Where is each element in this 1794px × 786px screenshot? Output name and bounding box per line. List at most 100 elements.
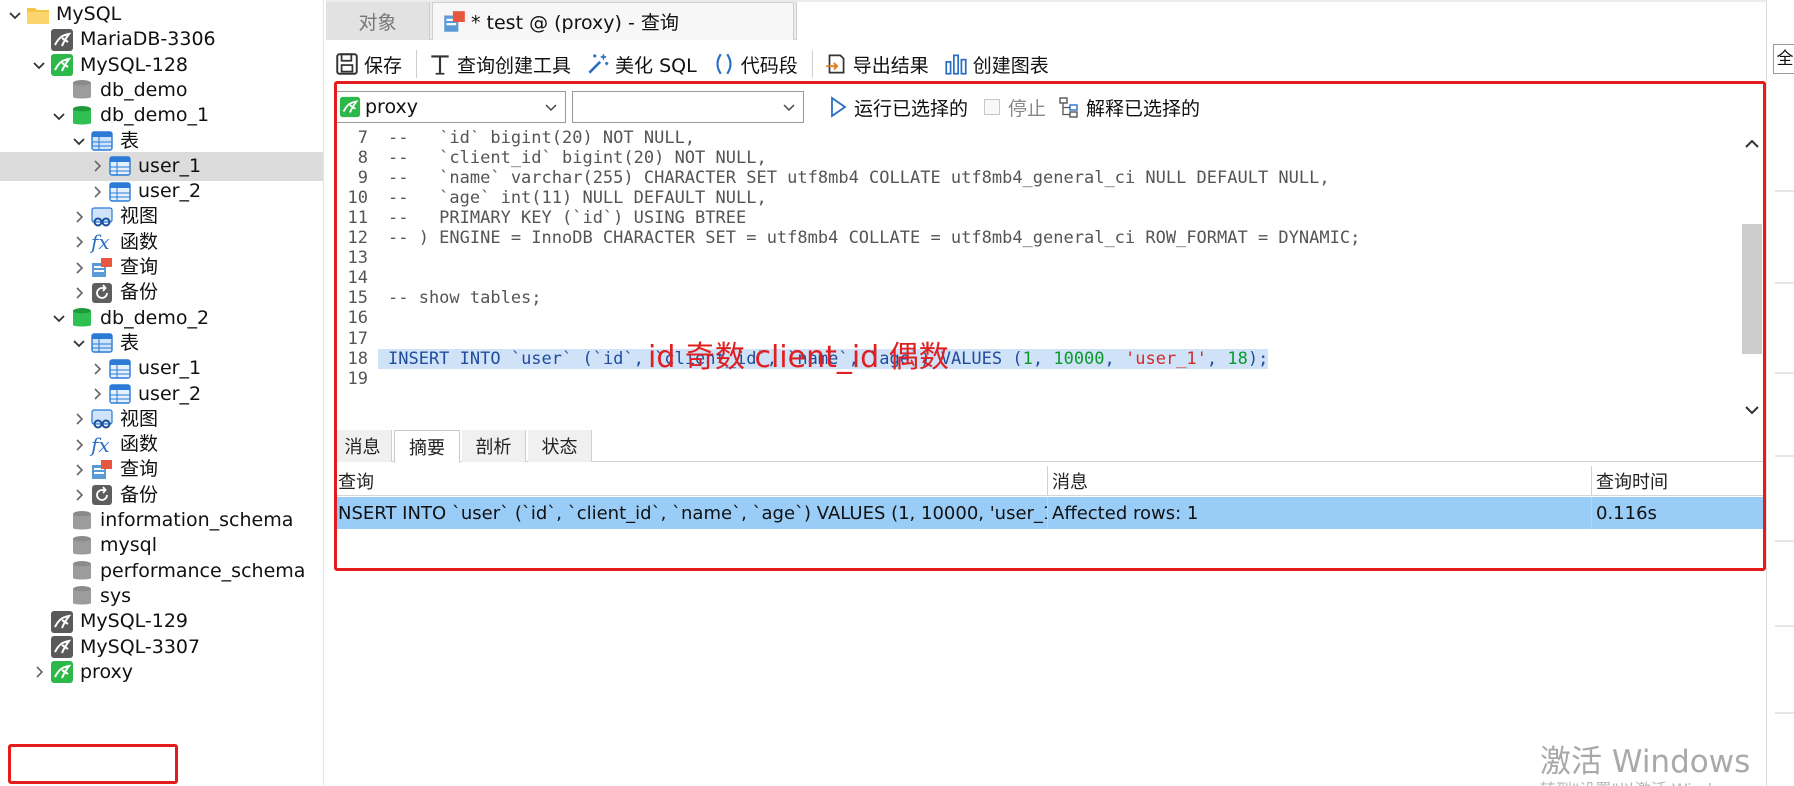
editor-scrollbar[interactable] bbox=[1740, 132, 1764, 422]
tab-objects[interactable]: 对象 bbox=[326, 2, 430, 40]
chevron-down-icon[interactable] bbox=[6, 6, 24, 24]
chevron-down-icon[interactable] bbox=[70, 334, 88, 352]
chevron-right-icon[interactable] bbox=[70, 486, 88, 504]
line-number: 8 bbox=[357, 147, 368, 168]
stop-button[interactable]: 停止 bbox=[984, 91, 1046, 123]
line-number: 12 bbox=[347, 228, 368, 248]
chevron-right-icon[interactable] bbox=[88, 183, 106, 201]
chevron-down-icon[interactable] bbox=[50, 107, 68, 125]
table-icon bbox=[108, 382, 132, 406]
export-results-label: 导出结果 bbox=[852, 54, 929, 77]
chevron-down-icon[interactable] bbox=[30, 56, 48, 74]
query-icon bbox=[441, 9, 467, 35]
divider bbox=[1775, 625, 1794, 627]
chevron-right-icon[interactable] bbox=[70, 208, 88, 226]
mysql-connection-active-icon bbox=[339, 96, 361, 118]
line-number: 19 bbox=[347, 368, 368, 389]
annotation-note: id 奇数 client_id 偶数 bbox=[648, 340, 949, 375]
result-tabs: 消息 摘要 剖析 状态 bbox=[334, 428, 1764, 463]
sql-token: 10000 bbox=[1053, 348, 1105, 369]
right-panel-button[interactable]: 全 bbox=[1773, 44, 1794, 74]
database-icon bbox=[70, 78, 94, 102]
code-text: -- `name` varchar(255) CHARACTER SET utf… bbox=[388, 167, 1330, 188]
tab-bar-empty-area bbox=[796, 2, 1766, 40]
chevron-down-icon[interactable] bbox=[70, 132, 88, 150]
code-snippet-button[interactable]: 代码段 bbox=[711, 48, 798, 80]
run-selected-label: 运行已选择的 bbox=[854, 97, 969, 120]
chevron-right-icon[interactable] bbox=[70, 284, 88, 302]
tab-query[interactable]: * test @ (proxy) - 查询 bbox=[432, 2, 794, 40]
divider bbox=[1775, 712, 1794, 714]
table-row[interactable]: NSERT INTO `user` (`id`, `client_id`, `n… bbox=[334, 497, 1764, 529]
connection-select[interactable]: proxy bbox=[334, 91, 566, 123]
svg-text:fx: fx bbox=[90, 230, 110, 254]
chevron-down-icon bbox=[543, 99, 559, 115]
code-line: 19 bbox=[334, 367, 1734, 390]
chevron-up-icon[interactable] bbox=[1742, 134, 1762, 154]
create-chart-button[interactable]: 创建图表 bbox=[943, 48, 1049, 80]
run-selected-button[interactable]: 运行已选择的 bbox=[826, 91, 968, 123]
query-icon bbox=[90, 256, 114, 280]
code-text: -- ) ENGINE = InnoDB CHARACTER SET = utf… bbox=[388, 228, 1361, 248]
query-builder-icon bbox=[427, 51, 453, 77]
sql-token: VALUES bbox=[940, 348, 1003, 369]
chevron-right-icon[interactable] bbox=[70, 461, 88, 479]
chevron-right-icon[interactable] bbox=[88, 360, 106, 378]
database-active-icon bbox=[70, 306, 94, 330]
line-number: 10 bbox=[347, 187, 368, 208]
tree-chevron-spacer bbox=[50, 587, 68, 605]
database-icon bbox=[70, 559, 94, 583]
tree-chevron-spacer bbox=[50, 81, 68, 99]
sql-editor[interactable]: 7 -- `id` bigint(20) NOT NULL, 8 -- `client… bbox=[334, 130, 1764, 424]
query-builder-label: 查询创建工具 bbox=[457, 54, 572, 77]
chevron-right-icon[interactable] bbox=[30, 663, 48, 681]
column-header-query-time[interactable]: 查询时间 bbox=[1592, 466, 1764, 495]
chevron-right-icon[interactable] bbox=[70, 410, 88, 428]
sql-token: 1 bbox=[1022, 348, 1033, 369]
function-icon: fx bbox=[90, 433, 114, 457]
database-icon bbox=[70, 534, 94, 558]
scrollbar-thumb[interactable] bbox=[1742, 224, 1762, 354]
export-icon bbox=[823, 51, 849, 77]
database-select[interactable] bbox=[572, 91, 804, 123]
function-icon: fx bbox=[90, 230, 114, 254]
code-text: -- show tables; bbox=[388, 288, 542, 309]
sql-token: INSERT INTO bbox=[388, 348, 501, 369]
chevron-right-icon[interactable] bbox=[88, 385, 106, 403]
code-snippet-label: 代码段 bbox=[740, 54, 798, 77]
sql-token: , bbox=[1104, 348, 1126, 369]
save-button[interactable]: 保存 bbox=[334, 48, 402, 80]
tab-profile[interactable]: 剖析 bbox=[462, 430, 526, 462]
explain-selected-button[interactable]: 解释已选择的 bbox=[1058, 91, 1200, 123]
column-header-message[interactable]: 消息 bbox=[1048, 466, 1592, 495]
tab-message[interactable]: 消息 bbox=[334, 430, 392, 462]
chevron-right-icon[interactable] bbox=[70, 259, 88, 277]
mysql-connection-active-icon bbox=[50, 53, 74, 77]
chevron-down-icon[interactable] bbox=[50, 309, 68, 327]
tree-chevron-spacer bbox=[50, 512, 68, 530]
tab-status[interactable]: 状态 bbox=[528, 430, 592, 462]
svg-text:fx: fx bbox=[90, 433, 110, 457]
chevron-right-icon[interactable] bbox=[70, 233, 88, 251]
sql-token: 'user_1' bbox=[1125, 348, 1207, 369]
chevron-right-icon[interactable] bbox=[70, 436, 88, 454]
line-number: 17 bbox=[347, 328, 368, 349]
sql-token: ); bbox=[1247, 348, 1269, 369]
export-results-button[interactable]: 导出结果 bbox=[823, 48, 929, 80]
mysql-connection-icon bbox=[50, 610, 74, 634]
stop-label: 停止 bbox=[1008, 97, 1047, 120]
chevron-down-icon[interactable] bbox=[1742, 400, 1762, 420]
toolbar-separator bbox=[416, 50, 418, 78]
chevron-right-icon[interactable] bbox=[88, 157, 106, 175]
line-number: 11 bbox=[347, 207, 368, 228]
view-icon bbox=[90, 407, 114, 431]
create-chart-label: 创建图表 bbox=[972, 54, 1049, 77]
mysql-connection-icon bbox=[50, 635, 74, 659]
column-header-query[interactable]: 查询 bbox=[334, 466, 1048, 495]
tree-item-proxy[interactable]: proxy bbox=[0, 658, 323, 687]
query-builder-button[interactable]: 查询创建工具 bbox=[427, 48, 571, 80]
code-text: -- `client_id` bigint(20) NOT NULL, bbox=[388, 147, 767, 168]
connection-select-value: proxy bbox=[365, 96, 418, 118]
tab-summary[interactable]: 摘要 bbox=[394, 430, 460, 463]
beautify-sql-button[interactable]: 美化 SQL bbox=[585, 48, 697, 80]
